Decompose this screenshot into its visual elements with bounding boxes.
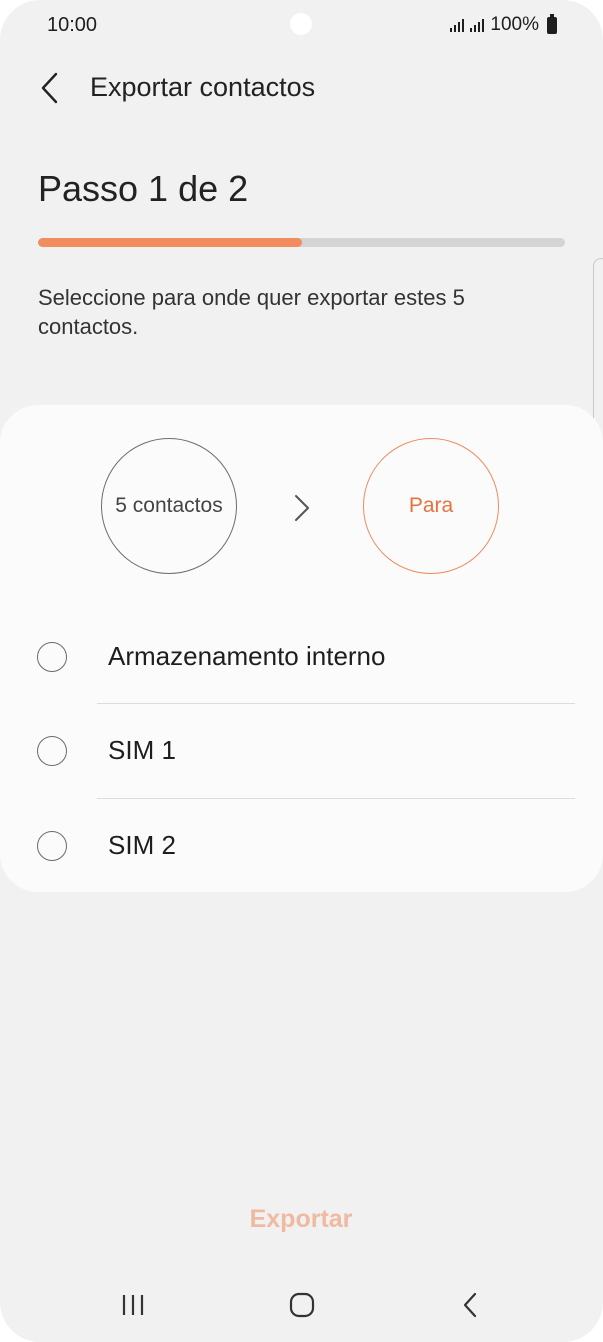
radio-button[interactable] (37, 642, 67, 672)
option-label: SIM 2 (108, 830, 176, 860)
nav-back-icon[interactable] (449, 1283, 493, 1327)
step-label: Passo 1 de 2 (38, 168, 249, 209)
status-time: 10:00 (47, 14, 98, 36)
option-internal-storage[interactable]: Armazenamento interno (0, 611, 603, 705)
option-sim-2[interactable]: SIM 2 (0, 800, 603, 894)
option-sim-1[interactable]: SIM 1 (0, 705, 603, 799)
battery-icon (547, 13, 557, 34)
page-title: Exportar contactos (90, 72, 316, 102)
screen: 10:00 100% Exportar contactos Passo 1 de… (0, 0, 603, 1342)
divider (97, 798, 575, 799)
source-circle: 5 contactos (101, 438, 237, 574)
signal-icon (470, 18, 485, 32)
divider (97, 703, 575, 704)
battery-percent: 100% (490, 14, 539, 35)
recent-apps-icon[interactable] (112, 1283, 156, 1327)
source-label: 5 contactos (115, 494, 223, 517)
step-progress-fill (38, 238, 302, 247)
home-icon[interactable] (280, 1283, 324, 1327)
radio-button[interactable] (37, 736, 67, 766)
destination-label: Para (408, 494, 454, 517)
option-label: SIM 1 (108, 735, 176, 765)
status-icons: 100% (450, 13, 557, 36)
destination-circle: Para (363, 438, 499, 574)
camera-cutout (290, 13, 312, 35)
back-icon (41, 72, 58, 104)
signal-icon (450, 18, 465, 32)
scrollbar[interactable] (593, 258, 603, 446)
option-label: Armazenamento interno (108, 641, 386, 671)
description: Seleccione para onde quer exportar estes… (38, 285, 465, 339)
back-button[interactable] (30, 66, 74, 110)
export-button[interactable]: Exportar (201, 1205, 401, 1234)
radio-button[interactable] (37, 831, 67, 861)
step-progress-bar (38, 238, 565, 247)
chevron-right-icon (295, 495, 309, 521)
